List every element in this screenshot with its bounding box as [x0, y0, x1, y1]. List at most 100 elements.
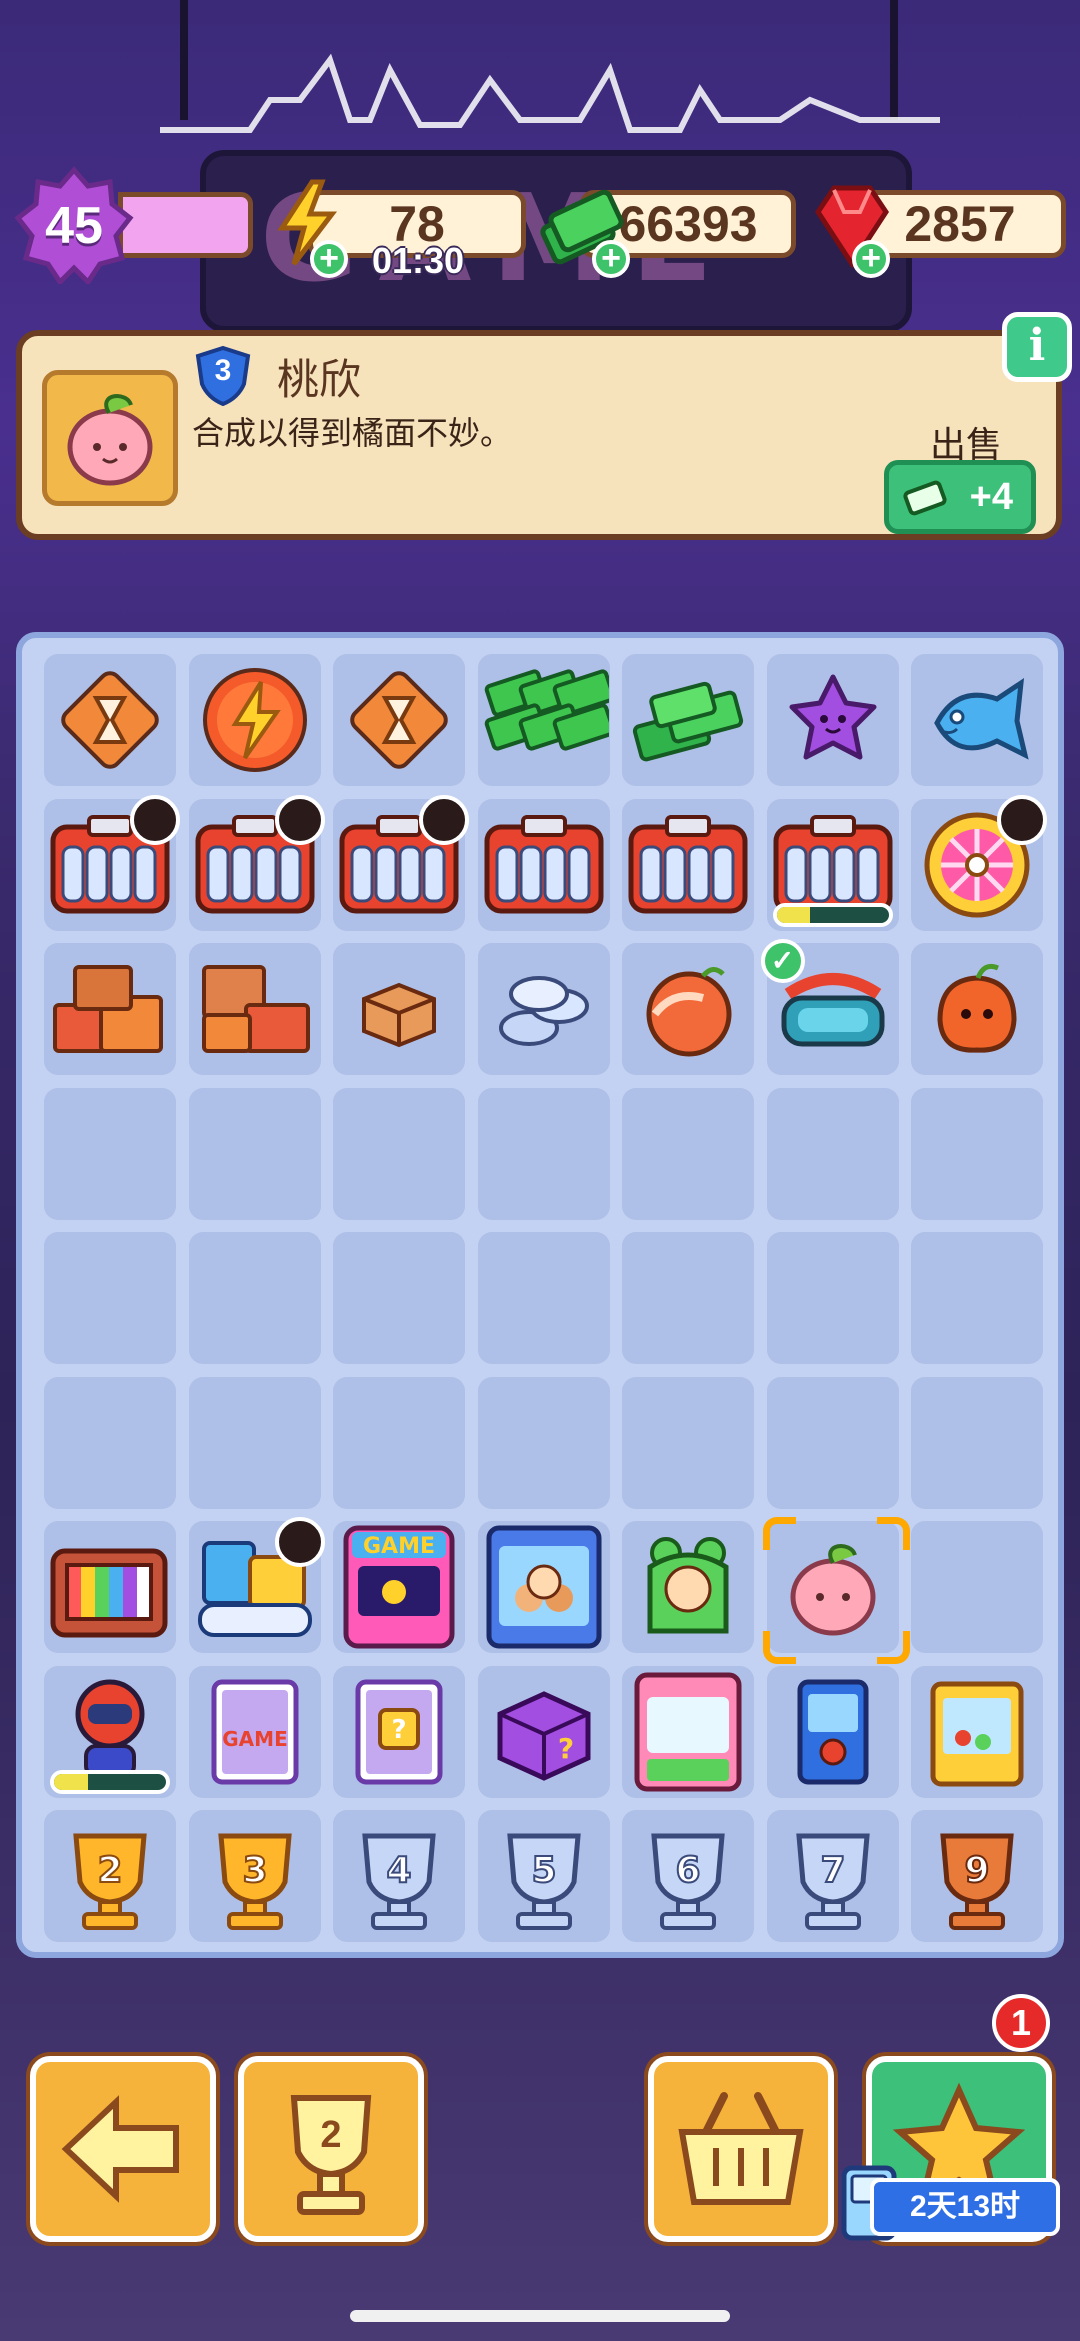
trophy-5-icon[interactable]: 5	[478, 1810, 610, 1942]
svg-text:4: 4	[386, 1850, 411, 1891]
energy-orb-icon[interactable]	[189, 654, 321, 786]
level-progress-bar	[118, 192, 253, 258]
prize-crane-icon[interactable]	[911, 1666, 1043, 1798]
svg-text:2: 2	[97, 1850, 122, 1891]
empty-board-cell[interactable]	[477, 1376, 610, 1509]
svg-text:?: ?	[557, 1732, 573, 1765]
game-card-icon[interactable]: GAME	[189, 1666, 321, 1798]
arrow-left-icon	[61, 2095, 179, 2203]
empty-board-cell[interactable]	[766, 1087, 899, 1220]
box-pile-icon[interactable]	[44, 943, 176, 1075]
mini-arcade-icon[interactable]	[767, 1666, 899, 1798]
item-description: 合成以得到橘面不妙。	[192, 415, 513, 451]
arcade-machine-icon[interactable]: GAME	[333, 1521, 465, 1653]
ready-check-icon: ✓	[760, 939, 805, 983]
item-progress-bar	[50, 1769, 170, 1794]
box-stack-icon[interactable]	[189, 943, 321, 1075]
empty-board-cell[interactable]	[333, 1376, 465, 1509]
hourglass-token-icon[interactable]	[333, 654, 465, 786]
selection-corner	[762, 1631, 796, 1664]
blue-fish-icon[interactable]	[911, 654, 1043, 786]
cooldown-badge-icon	[274, 794, 325, 845]
selection-corner	[762, 1517, 796, 1550]
empty-board-cell[interactable]	[911, 1087, 1043, 1220]
purple-mystery-box-icon[interactable]: ?	[478, 1666, 610, 1798]
empty-board-cell[interactable]	[477, 1087, 610, 1220]
svg-text:GAME: GAME	[363, 1534, 435, 1559]
selection-corner	[876, 1631, 910, 1664]
coin-tray-icon[interactable]	[478, 799, 610, 931]
shop-basket-button[interactable]	[648, 2056, 834, 2242]
empty-board-cell[interactable]	[188, 1376, 321, 1509]
empty-board-cell[interactable]	[333, 1087, 465, 1220]
trophy-4-icon[interactable]: 4	[333, 1810, 465, 1942]
empty-board-cell[interactable]	[44, 1087, 176, 1220]
gem-add-icon[interactable]: +	[852, 240, 890, 278]
trophy-2-icon[interactable]: 2	[44, 1810, 176, 1942]
coin-tray-icon[interactable]	[622, 799, 754, 931]
retro-tv-icon[interactable]	[44, 1521, 176, 1653]
energy-add-icon[interactable]: +	[310, 240, 348, 278]
selection-corner	[876, 1517, 910, 1550]
empty-board-cell[interactable]	[188, 1087, 321, 1220]
item-level-number: 3	[214, 354, 232, 387]
trophy-3-icon[interactable]: 3	[189, 1810, 321, 1942]
trophy-9-icon[interactable]: 9	[911, 1810, 1043, 1942]
empty-board-cell[interactable]	[911, 1232, 1043, 1364]
mystery-card-icon[interactable]: ?	[333, 1666, 465, 1798]
sell-value: +4	[969, 475, 1013, 518]
svg-text:7: 7	[820, 1850, 845, 1891]
selected-item-thumbnail	[42, 370, 178, 506]
svg-text:GAME: GAME	[222, 1727, 287, 1751]
neon-wave-icon	[160, 53, 940, 133]
empty-board-cell[interactable]	[188, 1232, 321, 1364]
empty-board-cell[interactable]	[911, 1376, 1043, 1509]
item-progress-fill	[54, 1773, 88, 1790]
empty-board-cell[interactable]	[911, 1521, 1043, 1653]
silver-coins-icon[interactable]	[478, 943, 610, 1075]
svg-text:9: 9	[964, 1850, 989, 1891]
empty-board-cell[interactable]	[333, 1232, 465, 1364]
sell-button[interactable]: +4	[884, 460, 1036, 534]
home-indicator[interactable]	[350, 2310, 730, 2322]
frog-costume-kid-icon[interactable]	[622, 1521, 754, 1653]
cash-pile-large-icon[interactable]	[478, 654, 610, 786]
info-button[interactable]: i	[1002, 312, 1072, 382]
empty-board-cell[interactable]	[766, 1232, 899, 1364]
hourglass-token-icon[interactable]	[44, 654, 176, 786]
empty-board-cell[interactable]	[622, 1087, 754, 1220]
orange-fruit-icon[interactable]	[911, 943, 1043, 1075]
energy-timer: 01:30	[372, 240, 465, 281]
item-progress-bar	[772, 902, 893, 927]
level-number: 45	[45, 197, 103, 255]
empty-board-cell[interactable]	[622, 1376, 754, 1509]
cash-stack-icon[interactable]	[622, 654, 754, 786]
trophy-button[interactable]: 2	[238, 2056, 424, 2242]
empty-board-cell[interactable]	[477, 1232, 610, 1364]
trophy-6-icon[interactable]: 6	[622, 1810, 754, 1942]
empty-board-cell[interactable]	[622, 1232, 754, 1364]
empty-board-cell[interactable]	[44, 1376, 176, 1509]
trophy-level-number: 2	[320, 2114, 342, 2156]
empty-board-cell[interactable]	[44, 1232, 176, 1364]
claw-machine-icon[interactable]	[478, 1521, 610, 1653]
cooldown-badge-icon	[274, 1517, 325, 1567]
svg-text:5: 5	[531, 1850, 556, 1891]
svg-text:6: 6	[675, 1850, 700, 1891]
cash-icon	[903, 480, 947, 516]
notification-badge: 1	[992, 1994, 1050, 2052]
empty-board-cell[interactable]	[766, 1376, 899, 1509]
peach-seed-icon[interactable]	[622, 943, 754, 1075]
peach-icon	[67, 393, 153, 486]
event-timer: 2天13时	[870, 2178, 1060, 2236]
back-button[interactable]	[30, 2056, 216, 2242]
cash-add-icon[interactable]: +	[592, 240, 630, 278]
item-name: 桃欣	[277, 356, 362, 403]
claw-crane-icon[interactable]	[622, 1666, 754, 1798]
cooldown-badge-icon	[419, 794, 469, 845]
cooldown-badge-icon	[997, 794, 1047, 845]
svg-text:3: 3	[242, 1850, 267, 1891]
trophy-7-icon[interactable]: 7	[767, 1810, 899, 1942]
purple-star-blob-icon[interactable]	[767, 654, 899, 786]
small-box-icon[interactable]	[333, 943, 465, 1075]
